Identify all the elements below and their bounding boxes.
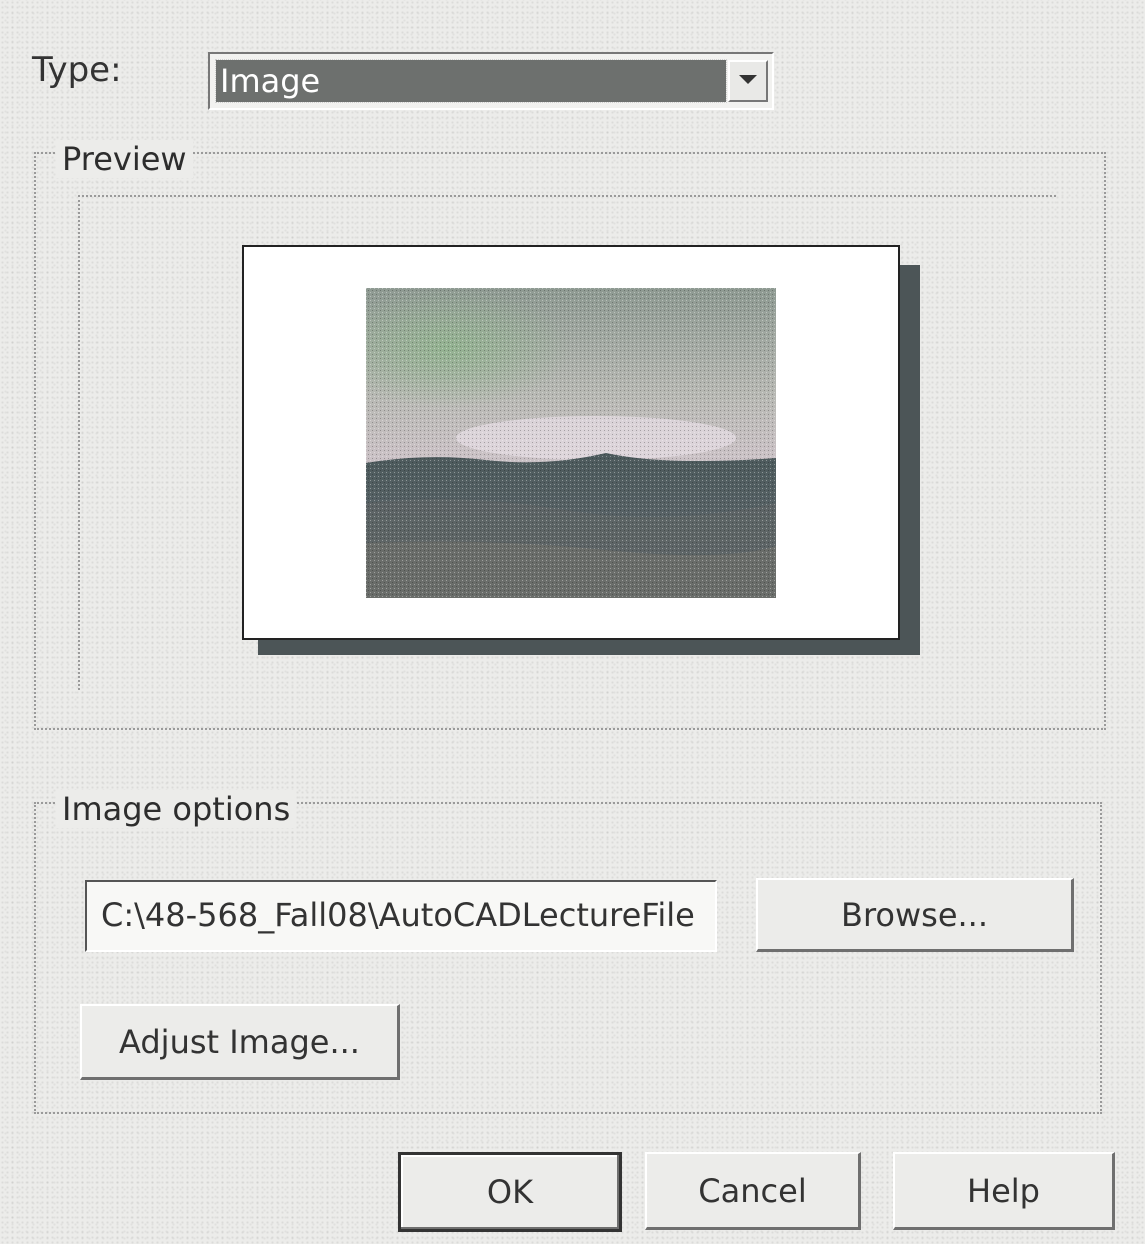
ok-button[interactable]: OK <box>398 1152 622 1232</box>
type-label: Type: <box>32 50 122 90</box>
type-dropdown-button[interactable] <box>728 60 768 102</box>
type-select-value[interactable]: Image <box>215 59 727 103</box>
help-button[interactable]: Help <box>893 1152 1115 1230</box>
adjust-image-button[interactable]: Adjust Image... <box>80 1004 400 1080</box>
chevron-down-icon <box>739 75 757 84</box>
cancel-button[interactable]: Cancel <box>645 1152 861 1230</box>
preview-image <box>366 288 776 598</box>
image-options-group-title: Image options <box>56 790 297 828</box>
image-path-field[interactable]: C:\48-568_Fall08\AutoCADLectureFile <box>85 880 717 952</box>
browse-button[interactable]: Browse... <box>756 878 1074 952</box>
preview-group-title: Preview <box>56 140 193 178</box>
type-select[interactable]: Image <box>208 52 774 110</box>
